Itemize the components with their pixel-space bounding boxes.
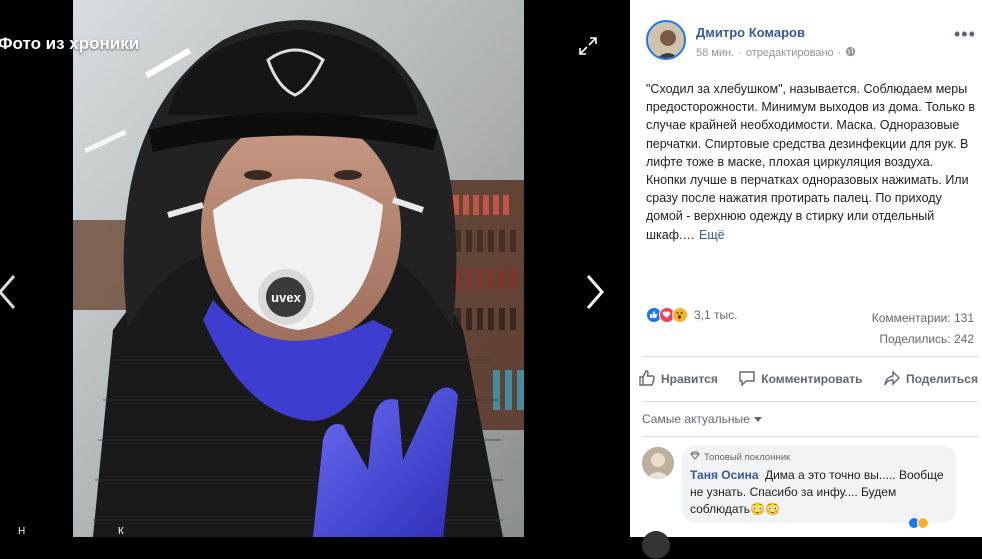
next-commenter-avatar[interactable] [642,531,670,559]
meta-separator: · [738,47,742,59]
viewer-title: Фото из хроники [0,34,140,53]
comment-bubble: Топовый поклонник Таня Осина Дима а это … [682,445,956,523]
like-icon [638,369,656,390]
reactions-summary[interactable]: 3,1 тыс. [646,307,737,323]
edited-label[interactable]: отредактировано [746,47,834,59]
commenter-avatar[interactable] [642,447,674,479]
divider [642,356,978,357]
post-time[interactable]: 58 мин. [696,47,734,59]
like-button[interactable]: Нравится [638,369,718,390]
expand-icon[interactable] [578,36,598,56]
comment-text: Таня Осина Дима а это точно вы..... Вооб… [690,467,952,518]
comment-label: Комментировать [761,372,863,386]
photo-viewer: uvex Фото из хроники Н К [0,0,630,537]
see-more-link[interactable]: Ещё [699,228,725,242]
viewer-bottom-bar: Н К [0,523,630,537]
author-name[interactable]: Дмитро Комаров [696,25,805,40]
share-label: Поделиться [905,372,978,386]
comment-reactions[interactable] [908,517,929,529]
more-options-button[interactable]: ••• [954,25,976,43]
share-icon [883,369,901,390]
post-panel: Дмитро Комаров 58 мин. · отредактировано… [630,0,982,559]
mask-brand-text: uvex [271,290,301,305]
caret-down-icon [753,412,762,426]
comment-sort-dropdown[interactable]: Самые актуальные [642,412,762,426]
post-body: "Сходил за хлебушком", называется. Соблю… [646,82,976,242]
divider [642,401,978,402]
wow-reaction-icon [917,517,929,529]
shares-count[interactable]: Поделились: 242 [879,332,974,346]
post-meta: 58 мин. · отредактировано · [696,46,856,60]
post-actions: Нравится Комментировать Поделиться [638,362,978,396]
divider [642,436,978,437]
arrow-right-icon[interactable] [582,272,608,312]
post-text: "Сходил за хлебушком", называется. Соблю… [646,80,976,244]
viewer-bottom-left[interactable]: Н [18,526,25,537]
meta-separator: · [837,47,842,59]
badge-label: Топовый поклонник [704,451,791,463]
diamond-icon [690,451,700,463]
globe-icon [845,46,856,60]
sort-label: Самые актуальные [642,412,750,426]
comments-count[interactable]: Комментарии: 131 [872,311,974,325]
viewer-bottom-mid[interactable]: К [118,526,124,537]
reaction-count: 3,1 тыс. [694,308,738,322]
arrow-left-icon[interactable] [0,272,20,312]
comment-button[interactable]: Комментировать [738,369,863,390]
comment-icon [738,369,756,390]
author-avatar[interactable] [646,20,686,60]
like-label: Нравится [661,372,718,386]
comment-author[interactable]: Таня Осина [690,468,759,482]
share-button[interactable]: Поделиться [883,369,978,390]
wow-reaction-icon [672,307,688,323]
top-fan-badge: Топовый поклонник [690,451,790,463]
post-photo[interactable]: uvex [73,0,524,537]
